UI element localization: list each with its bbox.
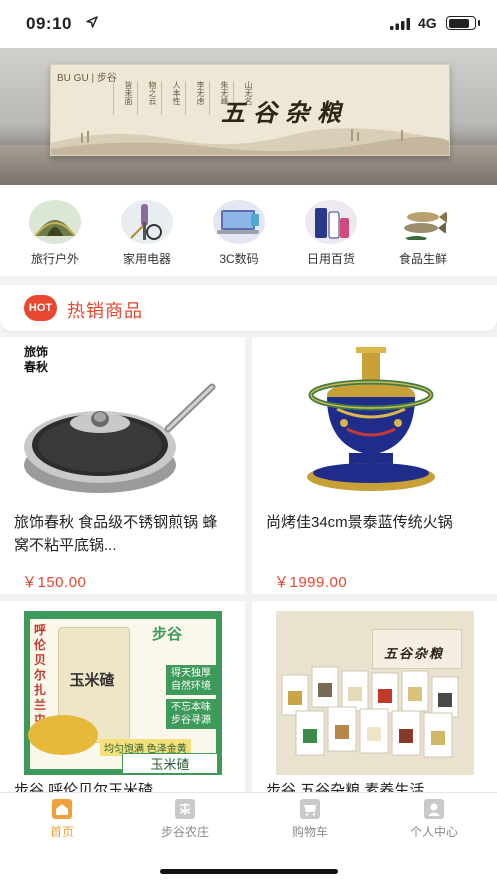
category-label: 3C数码 xyxy=(219,252,259,266)
brand-mark: 旅饰春秋 xyxy=(24,345,60,379)
frying-pan-image: 旅饰春秋 xyxy=(0,337,245,507)
battery-icon xyxy=(446,16,476,30)
laptop-icon xyxy=(213,200,265,244)
package-side-text: 呼伦贝尔扎兰屯 xyxy=(34,623,47,727)
fish-icon xyxy=(397,200,449,244)
brand-logo: BU GU | 步谷 xyxy=(57,73,117,84)
promo-banner[interactable]: BU GU | 步谷 皆未面 物之云 人本性 李无虑 朱无峰 山无名 五谷杂粮 xyxy=(0,48,497,185)
banner-product-box: BU GU | 步谷 皆未面 物之云 人本性 李无虑 朱无峰 山无名 五谷杂粮 xyxy=(50,64,450,156)
network-type: 4G xyxy=(418,15,437,31)
category-label: 食品生鲜 xyxy=(398,252,447,266)
tab-label: 个人中心 xyxy=(409,825,458,839)
toiletries-icon xyxy=(305,200,357,244)
hot-badge: HOT xyxy=(24,295,57,321)
grain-gift-box-image: 五谷杂粮 xyxy=(276,611,474,775)
category-travel-outdoor[interactable]: 旅行户外 xyxy=(9,185,101,276)
tab-label: 步谷农庄 xyxy=(160,825,209,839)
product-name: 尚烤佳34cm景泰蓝传统火锅 xyxy=(266,514,453,531)
tab-label: 购物车 xyxy=(291,825,328,839)
battery-level xyxy=(448,18,469,28)
location-arrow-icon xyxy=(86,16,98,28)
home-icon xyxy=(52,799,72,819)
section-title: 热销商品 xyxy=(67,301,143,321)
hot-section-header: HOT 热销商品 xyxy=(0,285,497,331)
product-price: ￥150.00 xyxy=(22,574,87,591)
category-daily-goods[interactable]: 日用百货 xyxy=(285,185,377,276)
status-time: 09:10 xyxy=(26,14,72,33)
battery-cap xyxy=(478,20,480,26)
package-product-name: 玉米碴 xyxy=(69,671,115,689)
box-column: 物之云 xyxy=(137,81,157,115)
farm-icon xyxy=(175,799,195,819)
product-price: ￥1999.00 xyxy=(274,574,348,591)
product-card[interactable]: 旅饰春秋 旅饰春秋 食品级不锈钢煎锅 蜂窝不粘平底锅... ￥150.00 xyxy=(0,337,245,594)
tent-icon xyxy=(29,200,81,244)
tab-label: 首页 xyxy=(49,825,74,839)
box-column: 皆未面 xyxy=(113,81,133,115)
corn-grits-pile xyxy=(28,715,98,755)
grain-bags xyxy=(281,666,459,758)
hair-dryer-icon xyxy=(121,200,173,244)
package-tag: 不忘本味 步谷寻源 xyxy=(166,699,216,729)
product-name: 旅饰春秋 食品级不锈钢煎锅 蜂窝不粘平底锅... xyxy=(14,514,218,554)
corn-grits-bag-image: 呼伦贝尔扎兰屯 玉米碴 步谷 得天独厚 自然环境 不忘本味 步谷寻源 均匀饱满 … xyxy=(24,611,222,775)
signal-icon xyxy=(390,18,410,30)
category-label: 家用电器 xyxy=(122,252,171,266)
category-label: 旅行户外 xyxy=(30,252,79,266)
tab-home[interactable]: 首页 xyxy=(12,799,112,840)
status-bar: 09:10 4G xyxy=(0,0,497,48)
package-brand: 步谷 xyxy=(152,626,183,643)
brand-mark-text: 旅饰春秋 xyxy=(24,345,49,374)
tab-profile[interactable]: 个人中心 xyxy=(384,799,484,840)
category-fresh-food[interactable]: 食品生鲜 xyxy=(377,185,469,276)
category-home-appliances[interactable]: 家用电器 xyxy=(101,185,193,276)
category-3c-digital[interactable]: 3C数码 xyxy=(193,185,285,276)
box-column: 人本性 xyxy=(161,81,181,115)
user-icon xyxy=(424,799,444,819)
package-tag: 得天独厚 自然环境 xyxy=(166,665,216,695)
product-card[interactable]: 尚烤佳34cm景泰蓝传统火锅 ￥1999.00 xyxy=(252,337,497,594)
category-label: 日用百货 xyxy=(306,252,355,266)
category-row: 旅行户外 家用电器 3C数码 日用百货 食品生鲜 xyxy=(0,185,497,276)
home-indicator[interactable] xyxy=(160,869,338,874)
tab-cart[interactable]: 购物车 xyxy=(260,799,360,840)
cloisonne-hotpot-image xyxy=(252,337,497,507)
cart-icon xyxy=(300,799,320,819)
box-column: 李无虑 xyxy=(185,81,205,115)
banner-title: 五谷杂粮 xyxy=(221,98,349,127)
package-product-label: 玉米碴 xyxy=(122,753,218,774)
tab-bugu-farm[interactable]: 步谷农庄 xyxy=(135,799,235,840)
